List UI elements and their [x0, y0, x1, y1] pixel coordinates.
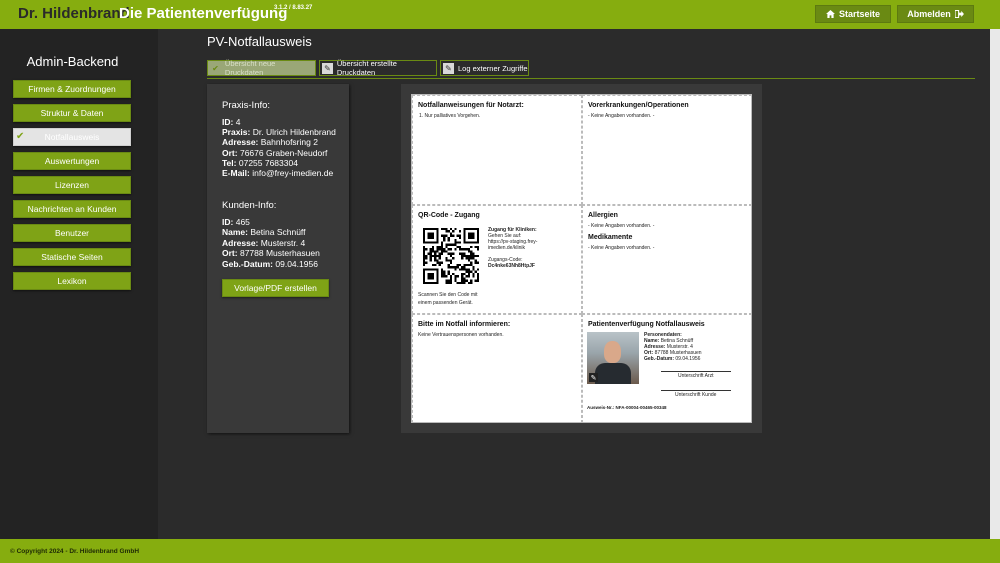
sidebar-item-statische-seiten[interactable]: Statische Seiten — [13, 248, 131, 266]
logout-icon — [954, 10, 964, 18]
sidebar-item-label: Struktur & Daten — [40, 108, 104, 118]
footer: © Copyright 2024 - Dr. Hildenbrand GmbH — [0, 539, 1000, 563]
scrollbar-track[interactable] — [990, 29, 1000, 539]
brand-name: Dr. Hildenbrand — [18, 5, 130, 22]
signature-kunde-label: Unterschrift Kunde — [675, 392, 717, 398]
ausweis-nummer: Ausweis-Nr.: NFA-00004-00465-00348 — [587, 405, 667, 410]
home-button[interactable]: Startseite — [815, 5, 891, 23]
sidebar-item-struktur[interactable]: Struktur & Daten — [13, 104, 131, 122]
zugangscode: Dc4nke63Nh8HtpJF — [488, 263, 535, 269]
info-panel: Praxis-Info: ID: 4 Praxis: Dr. Ulrich Hi… — [207, 84, 349, 433]
emergency-card: Notfallanweisungen für Notarzt: 1. Nur p… — [411, 94, 752, 423]
tab-label: Log externer Zugriffe — [458, 63, 528, 73]
notarzt-title: Notfallanweisungen für Notarzt: — [418, 102, 524, 109]
kunden-info-title: Kunden-Info: — [222, 200, 277, 211]
allergien-text: - Keine Angaben vorhanden. - — [588, 223, 655, 229]
sidebar-item-label: Lexikon — [57, 276, 87, 286]
praxis-ort: Ort: 76676 Graben-Neudorf — [222, 148, 328, 158]
sidebar-item-label: Lizenzen — [54, 180, 90, 190]
kunde-adresse: Adresse: Musterstr. 4 — [222, 238, 306, 248]
zugang-url: imedien.de/klinik — [488, 245, 525, 251]
scan-hint: einem passenden Gerät. — [418, 300, 473, 306]
card-geburtsdatum: Geb.-Datum: 09.04.1956 — [644, 356, 701, 362]
medikamente-text: - Keine Angaben vorhanden. - — [588, 245, 655, 251]
tab-neue-druckdaten[interactable]: ✔ Übersicht neue Druckdaten — [207, 59, 316, 77]
sidebar: Admin-Backend Firmen & Zuordnungen Struk… — [0, 29, 158, 539]
sidebar-title: Admin-Backend — [26, 54, 119, 69]
card-preview-panel: Notfallanweisungen für Notarzt: 1. Nur p… — [401, 84, 762, 433]
qr-title: QR-Code - Zugang — [418, 212, 480, 219]
sidebar-item-label: Firmen & Zuordnungen — [28, 84, 116, 94]
qr-cell: QR-Code - Zugang Zugang für Kliniken: Ge… — [412, 205, 582, 314]
create-pdf-button[interactable]: Vorlage/PDF erstellen — [222, 279, 329, 297]
qr-code — [423, 228, 479, 284]
vorerkrankungen-text: - Keine Angaben vorhanden. - — [588, 113, 655, 119]
kunde-ort: Ort: 87788 Musterhasuen — [222, 248, 320, 258]
notarzt-cell: Notfallanweisungen für Notarzt: 1. Nur p… — [412, 95, 582, 205]
praxis-name: Praxis: Dr. Ulrich Hildenbrand — [222, 127, 336, 137]
pv-title: Patientenverfügung Notfallausweis — [588, 321, 705, 328]
tab-log-zugriffe[interactable]: ✎ Log externer Zugriffe — [440, 60, 529, 76]
sidebar-item-lexikon[interactable]: Lexikon — [13, 272, 131, 290]
kunde-name: Name: Betina Schnüff — [222, 227, 306, 237]
top-bar: Dr. Hildenbrand Die Patientenverfügung 3… — [0, 0, 1000, 29]
sidebar-item-label: Nachrichten an Kunden — [27, 204, 117, 214]
edit-icon: ✎ — [322, 62, 333, 74]
medikamente-title: Medikamente — [588, 234, 633, 241]
sidebar-item-benutzer[interactable]: Benutzer — [13, 224, 131, 242]
allergien-title: Allergien — [588, 212, 618, 219]
signature-arzt-label: Unterschrift Arzt — [678, 373, 714, 379]
vorerkrankungen-title: Vorerkrankungen/Operationen — [588, 102, 689, 109]
kunde-geburtsdatum: Geb.-Datum: 09.04.1956 — [222, 259, 318, 269]
sidebar-item-lizenzen[interactable]: Lizenzen — [13, 176, 131, 194]
pv-cell: Patientenverfügung Notfallausweis ✎ Pers… — [582, 314, 752, 423]
allergien-cell: Allergien - Keine Angaben vorhanden. - M… — [582, 205, 752, 314]
vorerkrankungen-cell: Vorerkrankungen/Operationen - Keine Anga… — [582, 95, 752, 205]
logout-button-label: Abmelden — [907, 9, 951, 19]
logout-button[interactable]: Abmelden — [897, 5, 974, 23]
praxis-tel: Tel: 07255 7683304 — [222, 158, 298, 168]
divider — [207, 78, 975, 79]
app-title: Die Patientenverfügung — [119, 5, 288, 22]
home-button-label: Startseite — [838, 9, 881, 19]
copyright-text: © Copyright 2024 - Dr. Hildenbrand GmbH — [10, 548, 140, 555]
edit-icon: ✎ — [443, 62, 454, 74]
sidebar-item-nachrichten[interactable]: Nachrichten an Kunden — [13, 200, 131, 218]
page-title: PV-Notfallausweis — [207, 34, 312, 49]
sidebar-item-firmen[interactable]: Firmen & Zuordnungen — [13, 80, 131, 98]
check-icon: ✔ — [210, 62, 221, 74]
notarzt-item: 1. Nur palliatives Vorgehen. — [419, 113, 481, 119]
check-icon: ✔ — [16, 131, 25, 142]
photo-edit-icon: ✎ — [589, 373, 598, 382]
informieren-text: Keine Vertrauenspersonen vorhanden. — [418, 332, 504, 338]
signature-line — [661, 390, 731, 391]
tab-label: Übersicht neue Druckdaten — [224, 59, 276, 77]
home-icon — [826, 10, 835, 18]
sidebar-item-auswertungen[interactable]: Auswertungen — [13, 152, 131, 170]
version-label: 3.1.2 / 8.83.27 — [274, 5, 313, 11]
patient-photo: ✎ — [587, 332, 639, 384]
sidebar-item-label: Notfallausweis — [44, 132, 100, 142]
praxis-adresse: Adresse: Bahnhofsring 2 — [222, 137, 318, 147]
praxis-id: ID: 4 — [222, 117, 241, 127]
tab-label: Übersicht erstellte Druckdaten — [336, 59, 397, 77]
informieren-title: Bitte im Notfall informieren: — [418, 321, 511, 328]
sidebar-item-label: Benutzer — [54, 228, 90, 238]
sidebar-item-label: Statische Seiten — [41, 252, 103, 262]
kunde-id: ID: 465 — [222, 217, 250, 227]
sidebar-item-label: Auswertungen — [44, 156, 100, 166]
signature-line — [661, 371, 731, 372]
praxis-info-title: Praxis-Info: — [222, 100, 271, 111]
informieren-cell: Bitte im Notfall informieren: Keine Vert… — [412, 314, 582, 423]
sidebar-item-notfallausweis[interactable]: ✔ Notfallausweis — [13, 128, 131, 146]
scan-hint: Scannen Sie den Code mit — [418, 292, 478, 298]
praxis-email: E-Mail: info@frey-imedien.de — [222, 168, 334, 178]
tab-erstellte-druckdaten[interactable]: ✎ Übersicht erstellte Druckdaten — [319, 59, 437, 77]
